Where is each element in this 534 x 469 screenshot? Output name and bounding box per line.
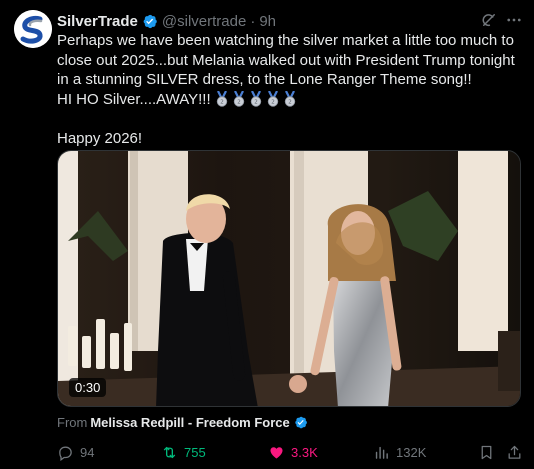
bookmark-icon bbox=[481, 445, 492, 459]
verified-badge-icon[interactable] bbox=[141, 13, 158, 30]
video-duration: 0:30 bbox=[69, 378, 107, 397]
media-attribution: From Melissa Redpill - Freedom Force bbox=[57, 415, 308, 430]
verified-badge-icon bbox=[293, 415, 308, 430]
more-options-icon[interactable] bbox=[505, 11, 523, 29]
svg-text:2: 2 bbox=[271, 99, 275, 105]
repost-count: 755 bbox=[184, 444, 206, 460]
video-thumbnail bbox=[58, 151, 520, 406]
view-count: 132K bbox=[396, 444, 427, 460]
repost-button[interactable]: 755 bbox=[161, 443, 206, 461]
post-text-tail: Happy 2026! bbox=[57, 129, 143, 147]
views-chart-icon bbox=[375, 446, 388, 459]
share-button[interactable] bbox=[506, 443, 523, 461]
like-count: 3.3K bbox=[291, 444, 318, 460]
reply-button[interactable]: 94 bbox=[57, 443, 94, 461]
handle[interactable]: @silvertrade bbox=[162, 13, 246, 30]
reply-count: 94 bbox=[80, 444, 95, 460]
like-button[interactable]: 3.3K bbox=[268, 443, 318, 461]
svg-text:2: 2 bbox=[220, 99, 224, 105]
silvertrade-logo-icon bbox=[14, 10, 52, 48]
svg-text:2: 2 bbox=[237, 99, 241, 105]
bookmark-button[interactable] bbox=[478, 443, 495, 461]
post-header: SilverTrade @silvertrade · 9h bbox=[57, 11, 276, 31]
avatar[interactable] bbox=[14, 10, 52, 48]
2nd-place-medal-icon: 2 bbox=[233, 90, 245, 107]
attribution-label: From bbox=[57, 415, 88, 430]
views-button[interactable]: 132K bbox=[373, 443, 426, 461]
2nd-place-medal-icon: 2 bbox=[250, 90, 262, 107]
separator: · bbox=[250, 12, 256, 30]
repost-icon bbox=[163, 446, 176, 458]
medal-emoji-group: 2 2 2 2 2 bbox=[215, 90, 300, 110]
share-icon bbox=[508, 445, 521, 459]
post[interactable]: SilverTrade @silvertrade · 9h Perhaps we… bbox=[0, 0, 534, 469]
2nd-place-medal-icon: 2 bbox=[284, 90, 296, 107]
video-player[interactable]: 0:30 bbox=[57, 150, 521, 407]
timestamp[interactable]: 9h bbox=[259, 13, 276, 30]
heart-icon bbox=[270, 446, 283, 459]
grok-icon[interactable] bbox=[480, 11, 498, 29]
attribution-author[interactable]: Melissa Redpill - Freedom Force bbox=[90, 415, 289, 430]
reply-icon bbox=[59, 446, 72, 461]
2nd-place-medal-icon: 2 bbox=[216, 90, 228, 107]
2nd-place-medal-icon: 2 bbox=[267, 90, 279, 107]
post-text: Perhaps we have been watching the silver… bbox=[57, 31, 527, 148]
action-bar: 94 755 3.3K 132K bbox=[57, 443, 527, 463]
display-name[interactable]: SilverTrade bbox=[57, 13, 138, 30]
svg-text:2: 2 bbox=[288, 99, 292, 105]
svg-text:2: 2 bbox=[254, 99, 258, 105]
